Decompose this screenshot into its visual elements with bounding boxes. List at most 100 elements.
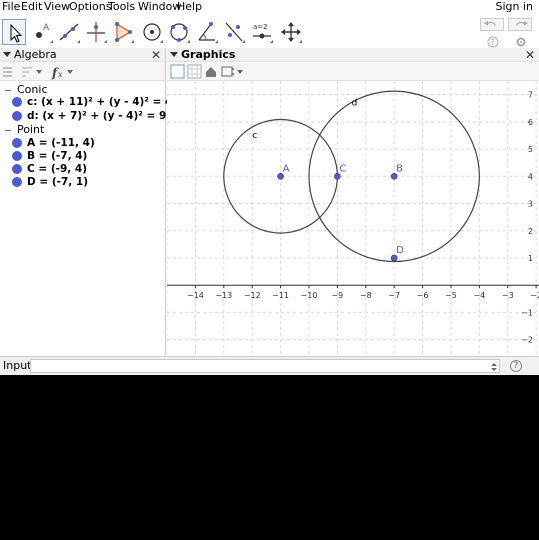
group-label-conic: Conic: [17, 83, 48, 96]
x-tick-label: −2: [530, 291, 539, 300]
x-tick-label: −9: [331, 291, 343, 300]
reflect-tool-button[interactable]: [222, 19, 246, 45]
x-tick-label: −11: [272, 291, 289, 300]
show-grid-icon[interactable]: [187, 64, 202, 79]
description-mode-icon[interactable]: f x: [51, 66, 73, 80]
circle-three-points-tool-button[interactable]: [167, 19, 191, 45]
show-axes-icon[interactable]: [170, 64, 185, 79]
angle-icon: [198, 22, 218, 43]
home-icon[interactable]: [206, 67, 216, 77]
group-collapse-icon[interactable]: [5, 90, 11, 91]
group-collapse-icon[interactable]: [5, 130, 11, 131]
polygon-icon: [115, 22, 134, 43]
redo-button[interactable]: [508, 18, 532, 31]
y-tick-label: 3: [528, 200, 533, 209]
geogebra-window: File Edit View Options Tools Window Help…: [0, 0, 539, 375]
y-tick-label: 4: [528, 172, 533, 181]
circle-center-icon: [143, 23, 163, 43]
algebra-item-label: c: (x + 11)² + (y - 4)² = 4: [27, 96, 173, 108]
y-tick-label: 7: [528, 91, 533, 100]
x-tick-label: −4: [473, 291, 485, 300]
x-tick-label: −8: [360, 291, 372, 300]
sign-in-link[interactable]: Sign in: [495, 0, 533, 14]
undo-button[interactable]: [480, 18, 504, 31]
move-graphics-view-tool-button[interactable]: [279, 19, 303, 45]
slider-icon-label: a=2: [253, 23, 268, 31]
y-tick-label: 5: [528, 145, 533, 154]
visibility-toggle-icon[interactable]: [12, 177, 22, 187]
perpendicular-line-tool-button[interactable]: [84, 19, 108, 45]
move-tool-button[interactable]: [2, 19, 26, 45]
y-tick-label: 2: [528, 227, 533, 236]
graphics-style-bar: [167, 63, 539, 81]
y-tick-label: 6: [528, 118, 533, 127]
graphics-canvas[interactable]: −14−13−12−11−10−9−8−7−6−5−4−3−2−2−112345…: [167, 81, 539, 356]
algebra-item-label: d: (x + 7)² + (y - 4)² = 9: [27, 110, 167, 122]
redo-icon: [516, 21, 528, 27]
visibility-toggle-icon[interactable]: [12, 111, 22, 121]
algebra-title: Algebra: [14, 48, 57, 61]
point-label-C: C: [339, 163, 346, 174]
settings-gear-icon[interactable]: [515, 36, 527, 48]
menu-help[interactable]: Help: [177, 0, 202, 14]
point-tool-button[interactable]: A: [30, 19, 54, 45]
point-capturing-icon[interactable]: [221, 66, 243, 77]
visibility-toggle-icon[interactable]: [12, 151, 22, 161]
circle-three-points-icon: [170, 23, 190, 43]
slider-tool-button[interactable]: a=2: [250, 19, 274, 45]
visibility-toggle-icon[interactable]: [12, 164, 22, 174]
visibility-toggle-icon[interactable]: [12, 138, 22, 148]
move-view-icon: [281, 22, 302, 43]
x-tick-label: −13: [215, 291, 232, 300]
menu-options[interactable]: Options: [69, 0, 111, 14]
menu-tools[interactable]: Tools: [108, 0, 135, 14]
input-field[interactable]: [30, 359, 500, 373]
point-icon: A: [36, 23, 53, 43]
menu-file[interactable]: File: [2, 0, 20, 14]
line-icon: [59, 23, 80, 43]
sort-by-icon[interactable]: [22, 67, 42, 77]
input-history-icon[interactable]: [491, 363, 497, 371]
group-label-point: Point: [17, 123, 45, 136]
angle-tool-button[interactable]: [195, 19, 219, 45]
line-tool-button[interactable]: [57, 19, 81, 45]
x-tick-label: −10: [301, 291, 318, 300]
close-algebra-icon[interactable]: ✕: [150, 49, 162, 61]
circle-label-c: c: [252, 131, 257, 141]
algebra-item-label: A = (-11, 4): [27, 137, 95, 149]
algebra-item-label: D = (-7, 1): [27, 176, 89, 188]
y-tick-label: −2: [521, 336, 533, 345]
graphics-view: Graphics ✕ −14 −13 −12 −11 −10 −9 −8 −7 −6 −5 −4 −3…: [167, 48, 539, 356]
help-icon[interactable]: ?: [487, 36, 499, 48]
menu-view[interactable]: View: [44, 0, 70, 14]
toolbar: A a=2 ?: [0, 17, 539, 48]
point-label-D: D: [396, 245, 404, 256]
svg-text:A: A: [43, 23, 50, 33]
x-tick-label: −12: [244, 291, 261, 300]
circle-center-point-tool-button[interactable]: [140, 19, 164, 45]
x-tick-label: −6: [417, 291, 429, 300]
graphics-header: Graphics ✕: [167, 48, 539, 62]
y-tick-label: 1: [528, 254, 533, 263]
input-bar: Input: ?: [0, 356, 539, 375]
perpendicular-line-icon: [87, 22, 107, 43]
graphics-title: Graphics: [181, 48, 236, 61]
visibility-toggle-icon[interactable]: [12, 97, 22, 107]
show-auxiliary-icon[interactable]: [3, 67, 12, 77]
menu-window[interactable]: Window: [138, 0, 181, 14]
arrow-cursor-icon: [10, 23, 23, 43]
algebra-style-bar: f x: [0, 63, 165, 81]
menu-edit[interactable]: Edit: [21, 0, 42, 14]
polygon-tool-button[interactable]: [111, 19, 135, 45]
collapse-triangle-icon[interactable]: [170, 52, 178, 57]
x-tick-label: −7: [388, 291, 400, 300]
input-help-icon[interactable]: ?: [510, 360, 522, 372]
point-label-B: B: [396, 163, 403, 174]
algebra-item-label: B = (-7, 4): [27, 150, 88, 162]
algebra-view: Algebra ✕ f x Conic c: (x + 11)² + (y - …: [0, 48, 172, 356]
collapse-triangle-icon[interactable]: [3, 52, 11, 57]
graphics-style-icons: [170, 64, 243, 79]
x-tick-label: −5: [445, 291, 457, 300]
x-tick-label: −14: [187, 291, 204, 300]
close-graphics-icon[interactable]: ✕: [524, 49, 536, 61]
